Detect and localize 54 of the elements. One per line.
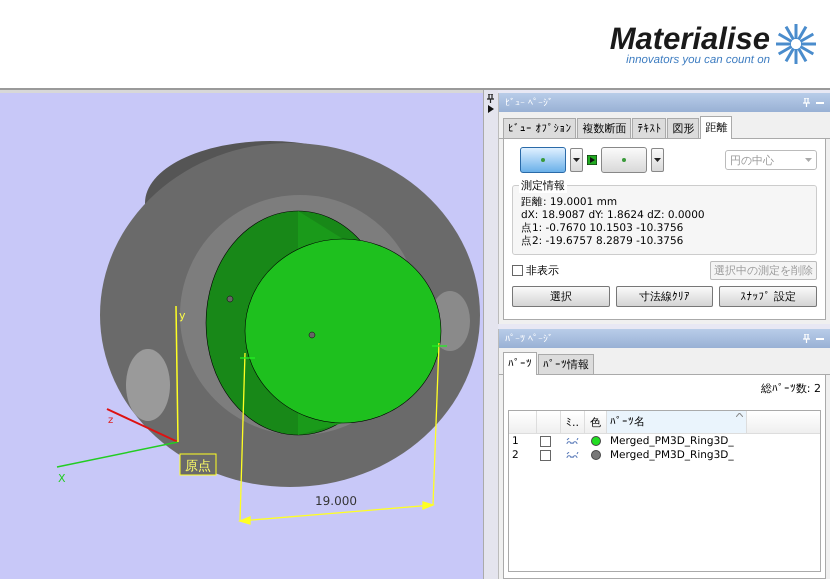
part-name[interactable]: Merged_PM3D_Ring3D_ bbox=[606, 434, 747, 448]
glasses-icon[interactable] bbox=[566, 438, 580, 444]
logo-wordmark: Materialise bbox=[610, 22, 770, 54]
column-header[interactable]: ﾊﾟｰﾂ名 bbox=[606, 411, 747, 433]
color-dot[interactable] bbox=[590, 436, 601, 446]
caret-icon bbox=[654, 158, 661, 162]
checkbox[interactable] bbox=[512, 265, 523, 276]
action-button[interactable]: 選択 bbox=[512, 286, 610, 307]
origin-label: 原点 bbox=[185, 459, 211, 474]
dimension-label: 19.000 bbox=[315, 494, 357, 508]
action-button[interactable]: ｽﾅｯﾌﾟ 設定 bbox=[719, 286, 818, 307]
tab[interactable]: ﾊﾟｰﾂ情報 bbox=[538, 354, 594, 374]
checkbox[interactable] bbox=[540, 436, 551, 446]
dot-icon bbox=[622, 158, 626, 162]
tab[interactable]: 図形 bbox=[667, 118, 700, 138]
action-button[interactable]: 寸法線ｸﾘｱ bbox=[616, 286, 714, 307]
axis-label: X bbox=[58, 472, 66, 485]
caret-icon bbox=[572, 158, 580, 162]
pin-icon[interactable] bbox=[487, 94, 494, 103]
measurement-text: dX: 18.9087 dY: 1.8624 dZ: 0.0000 bbox=[520, 209, 706, 222]
measurement-text: 点2: -19.6757 8.2879 -10.3756 bbox=[520, 235, 684, 248]
checkbox-label: 非表示 bbox=[526, 263, 559, 278]
row-number: 2 bbox=[510, 449, 520, 461]
row-number: 1 bbox=[510, 435, 520, 447]
play-icon bbox=[586, 155, 597, 165]
caret-icon bbox=[805, 158, 812, 162]
z-axis bbox=[106, 408, 178, 443]
dot-icon bbox=[540, 158, 545, 162]
checkbox[interactable] bbox=[540, 450, 551, 460]
group-title: 測定情報 bbox=[518, 178, 567, 193]
starburst-icon bbox=[774, 22, 818, 66]
sort-icon bbox=[736, 413, 743, 417]
glasses-icon[interactable] bbox=[566, 452, 580, 458]
color-dot[interactable] bbox=[590, 450, 601, 460]
part-name[interactable]: Merged_PM3D_Ring3D_ bbox=[606, 448, 747, 462]
dropdown-button[interactable] bbox=[570, 148, 583, 172]
parts-count: 総ﾊﾟｰﾂ数: 2 bbox=[760, 381, 821, 396]
axis-label: z bbox=[108, 415, 114, 426]
column-header[interactable]: ﾐ.. bbox=[560, 411, 585, 433]
tab[interactable]: ﾋﾞｭｰ ｵﾌﾟｼｮﾝ bbox=[502, 118, 576, 138]
logo-tagline: innovators you can count on bbox=[626, 54, 770, 66]
panel-title: ﾋﾞｭｰ ﾍﾟｰｼﾞ bbox=[504, 96, 554, 108]
dropdown-button[interactable] bbox=[650, 148, 664, 172]
3d-viewport[interactable]: y z X 原点 19.000 bbox=[0, 90, 483, 579]
panel-title: ﾊﾟｰﾂ ﾍﾟｰｼﾞ bbox=[504, 332, 554, 344]
point-pick-button[interactable] bbox=[520, 147, 566, 173]
tab[interactable]: ﾃｷｽﾄ bbox=[632, 118, 666, 138]
axis-label: y bbox=[179, 309, 186, 322]
measurement-text: 距離: 19.0001 mm bbox=[520, 196, 618, 209]
expand-arrow-icon[interactable] bbox=[488, 105, 494, 113]
measurement-text: 点1: -0.7670 10.1503 -10.3756 bbox=[520, 222, 684, 235]
tab[interactable]: ﾊﾟｰﾂ bbox=[502, 352, 537, 375]
tab[interactable]: 距離 bbox=[700, 116, 732, 139]
tab[interactable]: 複数断面 bbox=[577, 118, 632, 138]
